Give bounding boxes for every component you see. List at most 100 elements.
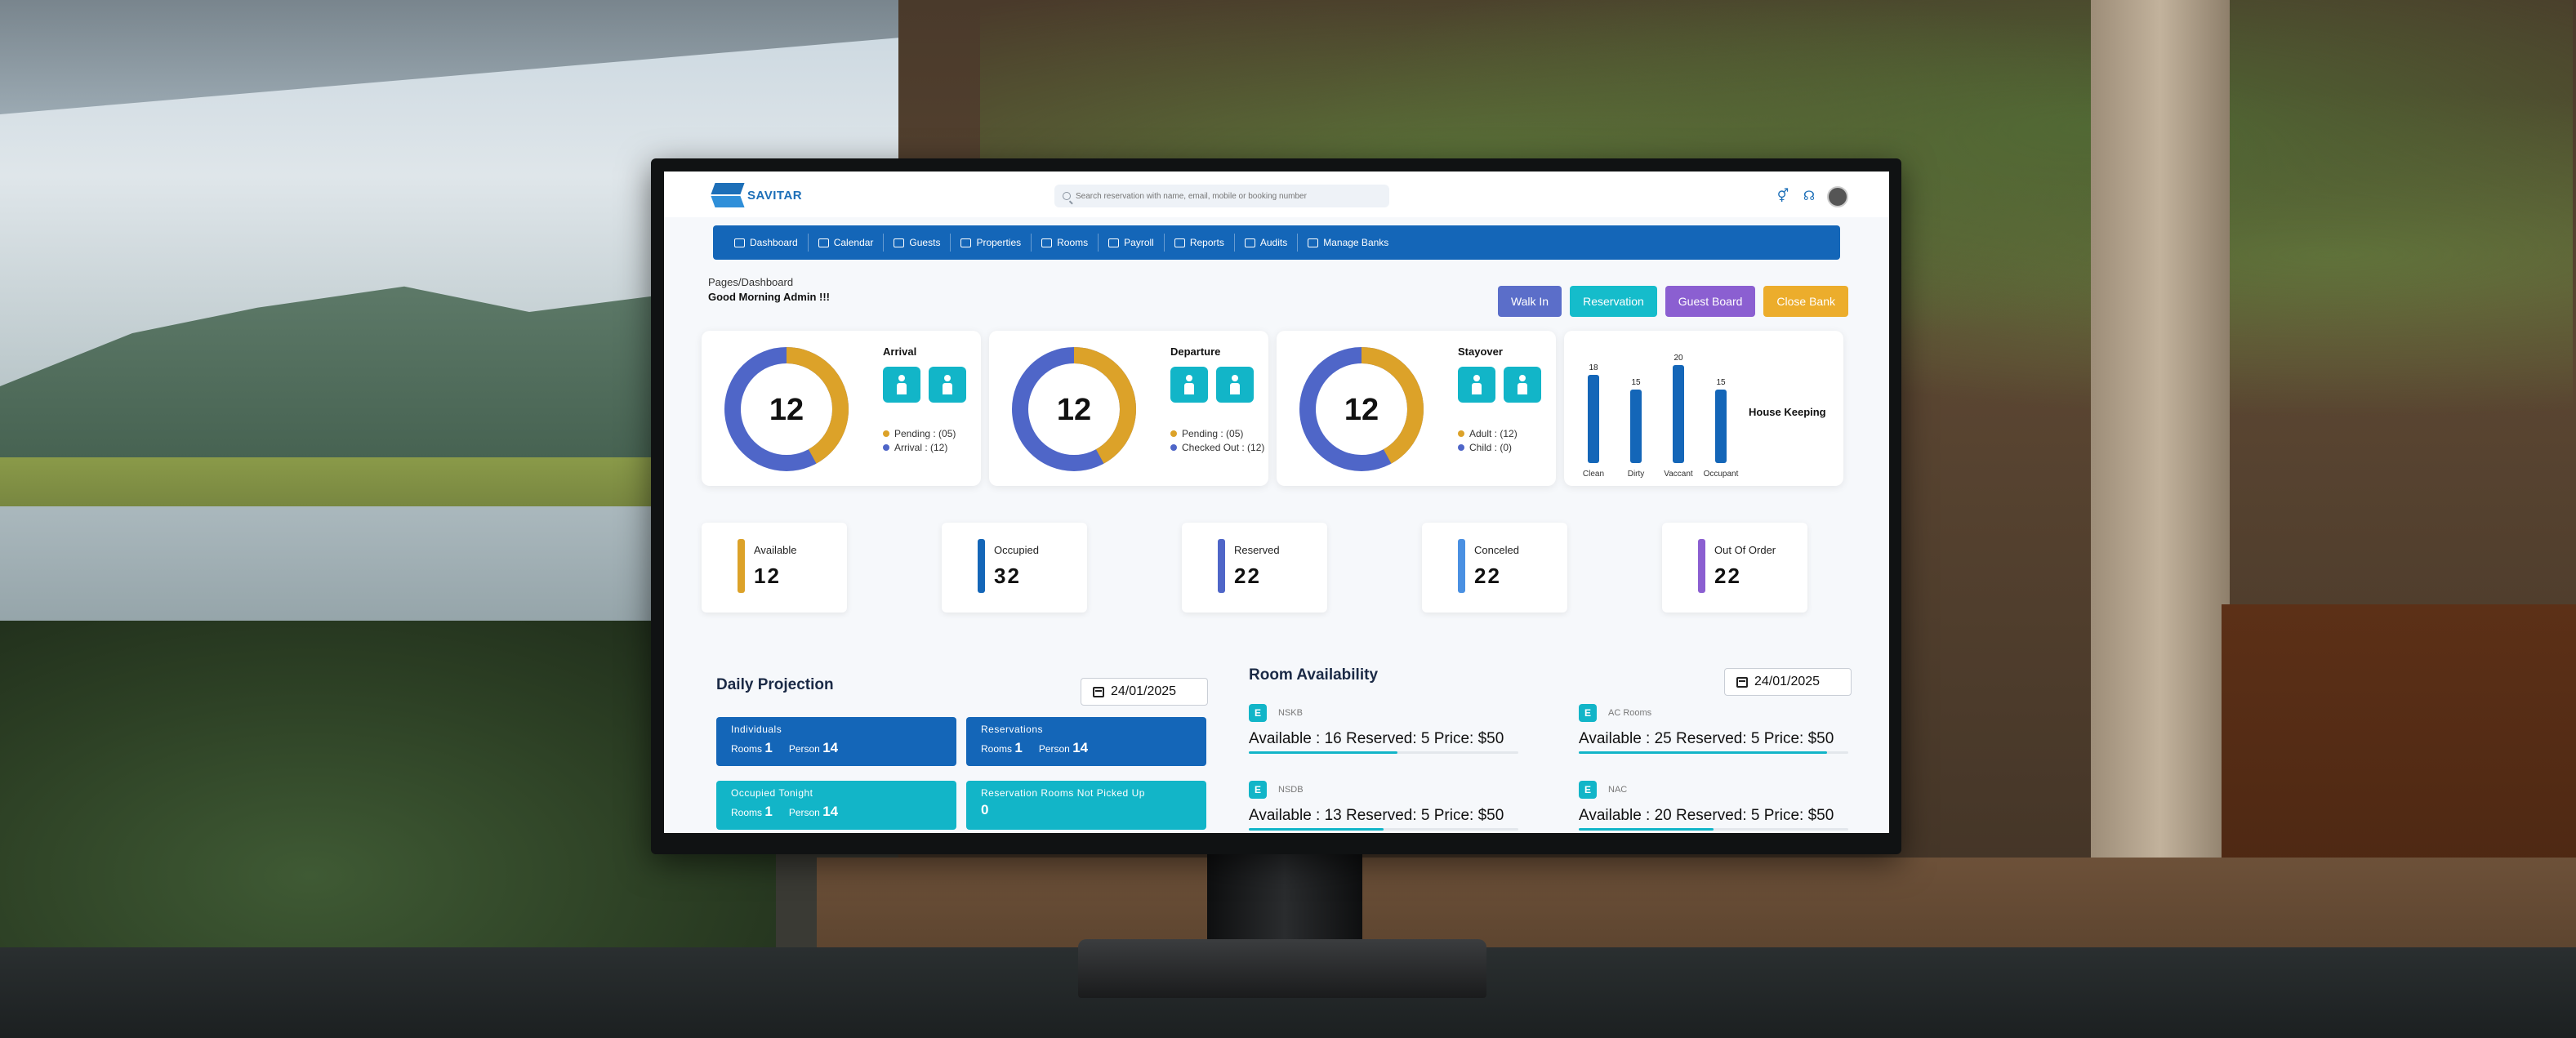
stayover-legend-adult: Adult : (12)	[1469, 428, 1518, 439]
screen: SAVITAR ⚥ ☊ Dashboard Calendar Guests Prope…	[664, 172, 1889, 833]
properties-icon	[960, 238, 972, 247]
legend-dot	[883, 444, 889, 451]
not-picked-up-count: 0	[981, 802, 989, 817]
departure-legend-checked-out: Checked Out : (12)	[1182, 442, 1265, 453]
logo-text: SAVITAR	[747, 188, 803, 203]
stat-color-bar	[1698, 539, 1705, 593]
person-count: 14	[822, 740, 839, 755]
headset-icon[interactable]: ☊	[1801, 189, 1817, 205]
nav-calendar[interactable]: Calendar	[809, 234, 885, 252]
bar-vaccant[interactable]	[1673, 365, 1684, 463]
room-badge: E	[1249, 704, 1267, 722]
stat-out-of-order[interactable]: Out Of Order 22	[1662, 523, 1807, 613]
occupied-tonight-tile[interactable]: Occupied Tonight Rooms 1 Person 14	[716, 781, 956, 830]
bar-value-label: 15	[1716, 378, 1726, 387]
housekeeping-title: House Keeping	[1749, 406, 1826, 418]
stayover-legend: Adult : (12) Child : (0)	[1458, 427, 1518, 455]
room-progress-fill	[1579, 751, 1827, 754]
person-label: Person	[1038, 743, 1070, 755]
action-buttons: Walk In Reservation Guest Board Close Ba…	[1497, 286, 1848, 317]
stat-conceled[interactable]: Conceled 22	[1422, 523, 1567, 613]
not-picked-up-tile[interactable]: Reservation Rooms Not Picked Up 0	[966, 781, 1206, 830]
departure-group-icon[interactable]	[1170, 367, 1208, 403]
stat-value: 32	[994, 564, 1021, 588]
nav-label: Payroll	[1124, 237, 1154, 248]
arrival-legend-pending: Pending : (05)	[894, 428, 956, 439]
room-summary: Available : 16 Reserved: 5 Price: $50	[1249, 730, 1504, 747]
stayover-group-icon[interactable]	[1458, 367, 1495, 403]
departure-person-icon[interactable]	[1216, 367, 1254, 403]
nav-reports[interactable]: Reports	[1165, 234, 1235, 252]
room-type-2[interactable]: E NSDB Available : 13 Reserved: 5 Price: $…	[1249, 781, 1518, 831]
arrival-group-icon[interactable]	[883, 367, 920, 403]
person-count: 14	[1072, 740, 1089, 755]
calendar-icon	[1093, 686, 1104, 697]
bar-dirty[interactable]	[1630, 390, 1642, 463]
room-badge: E	[1579, 704, 1597, 722]
bar-category-label: Vaccant	[1664, 470, 1693, 479]
arrival-legend-arrival: Arrival : (12)	[894, 442, 948, 453]
person-label: Person	[788, 807, 820, 818]
room-progress-fill	[1249, 828, 1384, 831]
stat-color-bar	[1218, 539, 1225, 593]
arrival-title: Arrival	[883, 345, 917, 358]
nav-guests[interactable]: Guests	[884, 234, 952, 252]
nav-manage-banks[interactable]: Manage Banks	[1298, 234, 1398, 252]
reservations-tile[interactable]: Reservations Rooms 1 Person 14	[966, 717, 1206, 766]
legend-dot	[883, 430, 889, 437]
nav-label: Reports	[1189, 237, 1224, 248]
walk-in-button[interactable]: Walk In	[1497, 286, 1562, 317]
nav-label: Guests	[909, 237, 941, 248]
room-type-0[interactable]: E NSKB Available : 16 Reserved: 5 Price: $…	[1249, 704, 1518, 754]
nav-label: Audits	[1259, 237, 1288, 248]
logo-mark-icon	[713, 181, 742, 209]
legend-dot	[1458, 444, 1464, 451]
search-input[interactable]	[1076, 191, 1386, 201]
search-bar[interactable]	[1054, 185, 1389, 207]
bar-category-label: Clean	[1583, 470, 1604, 479]
close-bank-button[interactable]: Close Bank	[1763, 286, 1848, 317]
bar-occupant[interactable]	[1715, 390, 1727, 463]
bar-value-label: 15	[1631, 378, 1641, 387]
room-availability-title: Room Availability	[1249, 666, 1379, 684]
individuals-tile[interactable]: Individuals Rooms 1 Person 14	[716, 717, 956, 766]
projection-date-picker[interactable]: 24/01/2025	[1081, 678, 1208, 706]
nav-label: Rooms	[1057, 237, 1089, 248]
reservation-button[interactable]: Reservation	[1570, 286, 1657, 317]
stat-color-bar	[738, 539, 745, 593]
arrival-person-icon[interactable]	[929, 367, 966, 403]
bar-value-label: 18	[1589, 363, 1598, 372]
room-type-3[interactable]: E NAC Available : 20 Reserved: 5 Price: $5…	[1579, 781, 1848, 831]
room-progress-fill	[1249, 751, 1397, 754]
stat-value: 12	[754, 564, 781, 588]
stat-occupied[interactable]: Occupied 32	[942, 523, 1087, 613]
room-progress	[1579, 828, 1848, 831]
bar-clean[interactable]	[1588, 375, 1599, 463]
nav-audits[interactable]: Audits	[1235, 234, 1299, 252]
stat-label: Conceled	[1474, 544, 1519, 556]
bar-category-label: Dirty	[1628, 470, 1645, 479]
nav-payroll[interactable]: Payroll	[1099, 234, 1165, 252]
availability-date-picker[interactable]: 24/01/2025	[1724, 668, 1852, 696]
room-name: NAC	[1608, 785, 1628, 795]
room-progress	[1579, 751, 1848, 754]
nav-dashboard[interactable]: Dashboard	[724, 234, 809, 252]
stat-reserved[interactable]: Reserved 22	[1182, 523, 1327, 613]
room-name: NSKB	[1278, 708, 1303, 718]
guest-board-button[interactable]: Guest Board	[1665, 286, 1756, 317]
brand-logo[interactable]: SAVITAR	[713, 181, 802, 209]
nav-properties[interactable]: Properties	[951, 234, 1032, 252]
projection-date: 24/01/2025	[1111, 684, 1177, 698]
stat-label: Available	[754, 544, 797, 556]
stat-available[interactable]: Available 12	[702, 523, 847, 613]
departure-total: 12	[1056, 393, 1092, 427]
room-type-1[interactable]: E AC Rooms Available : 25 Reserved: 5 Pric…	[1579, 704, 1848, 754]
occupied-tonight-title: Occupied Tonight	[731, 787, 813, 799]
stayover-person-icon[interactable]	[1504, 367, 1541, 403]
reports-icon	[1174, 238, 1185, 247]
avatar[interactable]	[1827, 186, 1848, 207]
nav-rooms[interactable]: Rooms	[1032, 234, 1099, 252]
stat-color-bar	[978, 539, 985, 593]
monitor-stand-neck	[1207, 854, 1362, 952]
gender-icon[interactable]: ⚥	[1775, 189, 1791, 205]
